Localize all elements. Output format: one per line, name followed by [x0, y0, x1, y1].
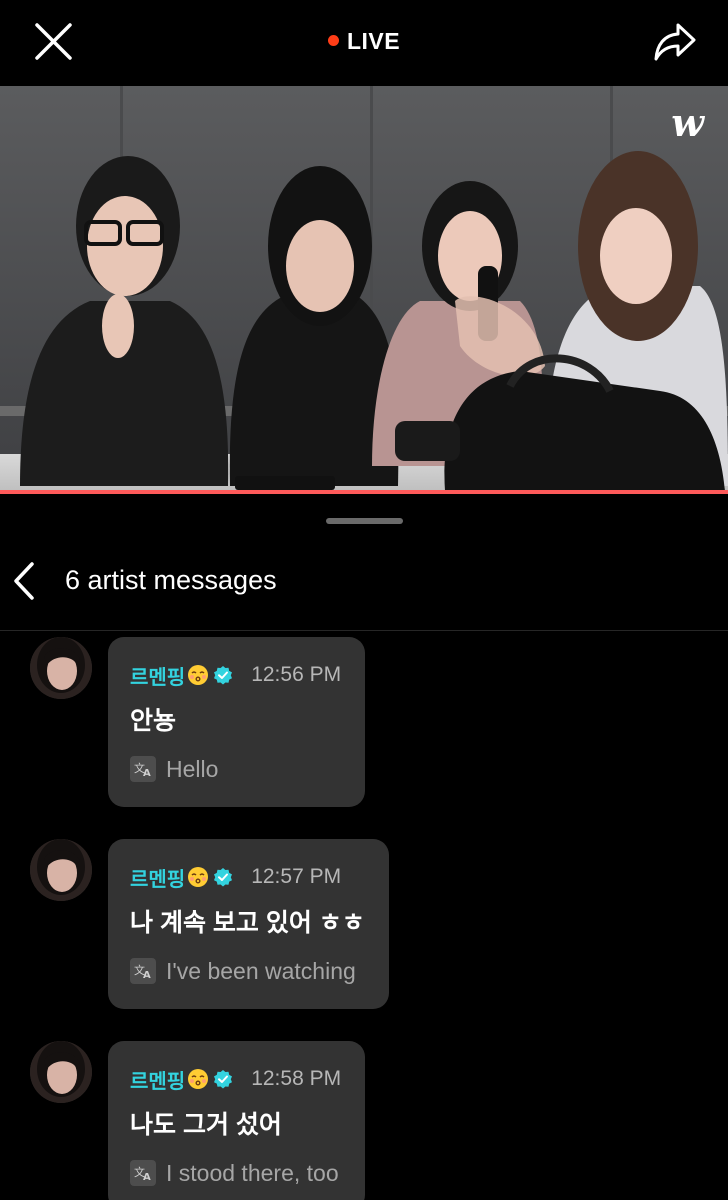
- translate-icon: 文 A: [130, 756, 156, 782]
- translation-text: Hello: [166, 755, 219, 782]
- message-meta: 르멘핑 12:57 PM: [130, 861, 365, 893]
- message-bubble: 르멘핑 12:58 PM 나도 그거 섰어 文 A I stood there,…: [108, 1041, 366, 1200]
- avatar[interactable]: [30, 839, 92, 901]
- avatar[interactable]: [30, 1041, 92, 1103]
- avatar-image: [30, 1041, 92, 1103]
- translation[interactable]: 文 A Hello: [130, 751, 341, 787]
- verified-badge-icon: [214, 1070, 233, 1089]
- live-label: LIVE: [346, 28, 401, 54]
- svg-text:A: A: [143, 768, 151, 778]
- kissing-face-icon: [188, 665, 209, 685]
- share-button[interactable]: [652, 20, 698, 64]
- video-frame: [0, 86, 728, 494]
- translation-text: I've been watching: [166, 957, 356, 984]
- weverse-logo: w: [671, 100, 704, 145]
- translate-icon: 文 A: [130, 1160, 156, 1186]
- drag-handle[interactable]: [326, 518, 403, 524]
- message-time: 12:57 PM: [251, 865, 342, 888]
- top-bar: LIVE: [0, 0, 728, 86]
- message-time: 12:58 PM: [251, 1067, 342, 1090]
- live-dot-icon: [327, 35, 339, 46]
- message-meta: 르멘핑 12:56 PM: [130, 659, 341, 691]
- message-bubble: 르멘핑 12:56 PM 안뇽 文 A Hello: [108, 637, 366, 807]
- translation[interactable]: 文 A I stood there, too: [130, 1155, 341, 1191]
- avatar-image: [30, 839, 92, 901]
- author-name[interactable]: 르멘핑: [130, 1065, 185, 1094]
- chevron-left-icon: [14, 562, 34, 600]
- kissing-face-icon: [188, 867, 209, 887]
- translate-icon: 文 A: [130, 958, 156, 984]
- message-text: 나 계속 보고 있어 ㅎㅎ: [130, 909, 365, 937]
- sheet-header: 6 artist messages: [0, 545, 728, 631]
- author-name[interactable]: 르멘핑: [130, 863, 185, 892]
- back-button[interactable]: [10, 559, 50, 603]
- share-icon: [654, 23, 696, 61]
- verified-badge-icon: [214, 868, 233, 887]
- live-video-player[interactable]: w: [0, 86, 728, 494]
- avatar[interactable]: [30, 637, 92, 699]
- message-time: 12:56 PM: [251, 663, 342, 686]
- message-meta: 르멘핑 12:58 PM: [130, 1063, 341, 1095]
- message-bubble: 르멘핑 12:57 PM 나 계속 보고 있어 ㅎㅎ 文 A I've been…: [108, 839, 389, 1009]
- translation-text: I stood there, too: [166, 1159, 339, 1186]
- live-indicator: LIVE: [0, 28, 728, 55]
- message-text: 안뇽: [130, 707, 177, 735]
- svg-text:A: A: [143, 1172, 151, 1182]
- svg-text:A: A: [143, 970, 151, 980]
- author-name[interactable]: 르멘핑: [130, 661, 185, 690]
- translation[interactable]: 文 A I've been watching: [130, 953, 365, 989]
- avatar-image: [30, 637, 92, 699]
- kissing-face-icon: [188, 1069, 209, 1089]
- message-text: 나도 그거 섰어: [130, 1111, 282, 1139]
- video-progress-bar: [0, 490, 728, 494]
- verified-badge-icon: [214, 666, 233, 685]
- sheet-title: 6 artist messages: [65, 565, 277, 595]
